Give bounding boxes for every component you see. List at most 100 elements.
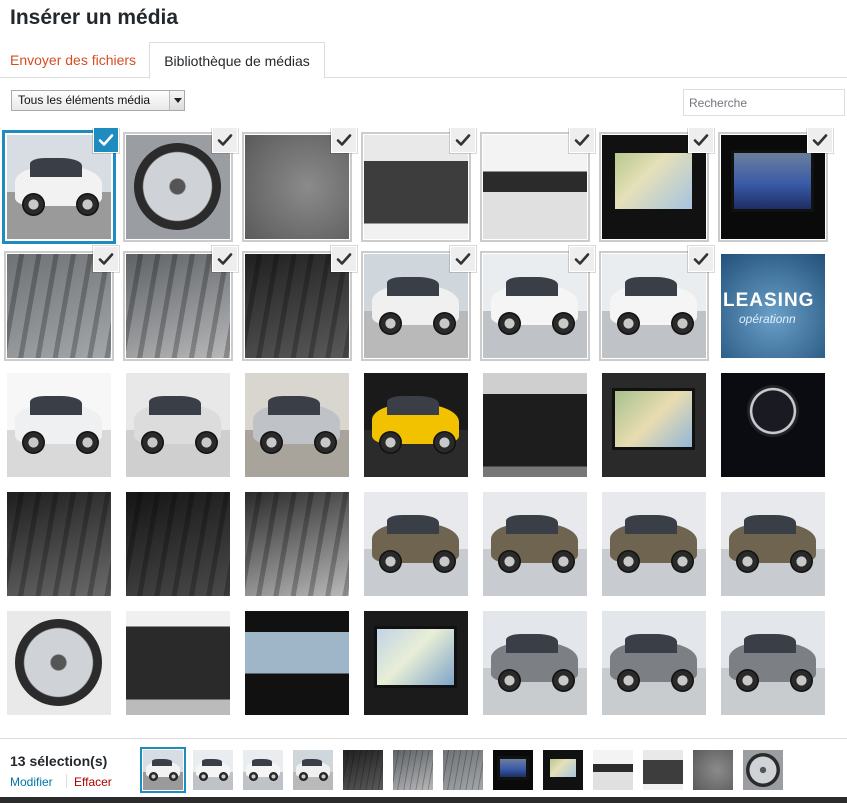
edit-selection-link[interactable]: Modifier	[10, 775, 53, 789]
media-attachment[interactable]	[602, 373, 706, 477]
media-attachment[interactable]	[245, 247, 356, 358]
modal-title: Insérer un média	[10, 6, 179, 29]
media-attachment[interactable]	[721, 373, 825, 477]
selection-check-button[interactable]	[689, 247, 713, 271]
media-attachment[interactable]	[483, 611, 587, 715]
attachment-thumbnail	[7, 611, 111, 715]
selection-thumbnail[interactable]	[443, 750, 483, 790]
checkmark-icon	[336, 134, 352, 146]
selection-thumbnail[interactable]	[293, 750, 333, 790]
attachment-thumbnail	[602, 492, 706, 596]
selection-check-button[interactable]	[213, 247, 237, 271]
selection-check-button[interactable]	[451, 247, 475, 271]
media-attachment[interactable]	[245, 492, 349, 596]
attachment-thumbnail	[602, 373, 706, 477]
selection-check-button[interactable]	[213, 128, 237, 152]
selection-thumbnail[interactable]	[593, 750, 633, 790]
selection-thumbnail[interactable]	[193, 750, 233, 790]
media-attachment[interactable]	[364, 247, 475, 358]
selection-thumbnail[interactable]	[343, 750, 383, 790]
checkmark-icon	[574, 253, 590, 265]
selection-check-button[interactable]	[689, 128, 713, 152]
clear-selection-link[interactable]: Effacer	[74, 775, 112, 789]
selection-check-button[interactable]	[451, 128, 475, 152]
selection-thumbnail[interactable]	[143, 750, 183, 790]
attachment-thumbnail	[721, 492, 825, 596]
selection-thumbnail[interactable]	[393, 750, 433, 790]
media-type-filter[interactable]: Tous les éléments média	[11, 90, 185, 111]
media-attachment[interactable]	[245, 373, 349, 477]
selection-check-button[interactable]	[570, 247, 594, 271]
window-bottom-edge	[0, 797, 847, 803]
media-attachment[interactable]	[483, 128, 594, 239]
attachments-grid: LEASING opérationn	[0, 128, 847, 738]
link-divider	[66, 774, 67, 788]
media-attachment[interactable]	[483, 492, 587, 596]
attachment-thumbnail	[483, 373, 587, 477]
selection-check-button[interactable]	[808, 128, 832, 152]
selection-check-button[interactable]	[94, 128, 118, 152]
selection-bar: 13 sélection(s) Modifier Effacer	[0, 738, 847, 803]
media-attachment[interactable]	[126, 611, 230, 715]
media-attachment[interactable]	[364, 492, 468, 596]
checkmark-icon	[98, 134, 114, 146]
attachment-thumbnail	[245, 611, 349, 715]
selection-check-button[interactable]	[332, 247, 356, 271]
media-attachment[interactable]	[7, 373, 111, 477]
attachment-thumbnail	[126, 611, 230, 715]
media-attachment[interactable]	[483, 247, 594, 358]
filter-selected-label: Tous les éléments média	[18, 93, 151, 107]
attachment-thumbnail	[245, 373, 349, 477]
media-attachment[interactable]	[602, 492, 706, 596]
selection-check-button[interactable]	[94, 247, 118, 271]
attachment-thumbnail	[7, 373, 111, 477]
checkmark-icon	[98, 253, 114, 265]
media-attachment[interactable]	[126, 492, 230, 596]
media-attachment[interactable]	[721, 611, 825, 715]
media-attachment[interactable]	[602, 247, 713, 358]
selection-thumbnail[interactable]	[543, 750, 583, 790]
attachment-thumbnail	[7, 492, 111, 596]
media-attachment[interactable]	[483, 373, 587, 477]
media-attachment[interactable]	[7, 492, 111, 596]
search-input[interactable]	[683, 89, 845, 116]
selection-thumbnail[interactable]	[643, 750, 683, 790]
attachment-thumbnail	[126, 373, 230, 477]
banner-subtitle: opérationn	[739, 312, 796, 326]
media-attachment[interactable]	[126, 373, 230, 477]
media-attachment[interactable]	[126, 128, 237, 239]
media-attachment[interactable]	[126, 247, 237, 358]
media-attachment[interactable]	[7, 128, 118, 239]
media-attachment[interactable]	[245, 611, 349, 715]
tab-library[interactable]: Bibliothèque de médias	[149, 42, 325, 79]
media-attachment[interactable]: LEASING opérationn	[721, 254, 825, 358]
checkmark-icon	[455, 253, 471, 265]
media-attachment[interactable]	[7, 247, 118, 358]
selection-check-button[interactable]	[332, 128, 356, 152]
tab-upload[interactable]: Envoyer des fichiers	[0, 42, 146, 78]
checkmark-icon	[693, 134, 709, 146]
selection-thumbnail[interactable]	[243, 750, 283, 790]
media-attachment[interactable]	[602, 611, 706, 715]
media-attachment[interactable]	[7, 611, 111, 715]
selection-count: 13 sélection(s)	[10, 753, 108, 769]
media-attachment[interactable]	[245, 128, 356, 239]
media-attachment[interactable]	[364, 128, 475, 239]
media-attachment[interactable]	[364, 611, 468, 715]
selection-thumbnail[interactable]	[693, 750, 733, 790]
checkmark-icon	[217, 134, 233, 146]
attachment-thumbnail	[364, 611, 468, 715]
attachment-thumbnail	[721, 373, 825, 477]
media-attachment[interactable]	[364, 373, 468, 477]
selection-thumbnail[interactable]	[743, 750, 783, 790]
attachment-thumbnail	[602, 611, 706, 715]
media-router: Envoyer des fichiers Bibliothèque de méd…	[0, 42, 847, 79]
banner-title: LEASING	[723, 290, 815, 311]
selection-thumbnail[interactable]	[493, 750, 533, 790]
attachment-thumbnail: LEASING opérationn	[721, 254, 825, 358]
media-attachment[interactable]	[721, 128, 832, 239]
media-attachment[interactable]	[721, 492, 825, 596]
media-attachment[interactable]	[602, 128, 713, 239]
checkmark-icon	[336, 253, 352, 265]
selection-check-button[interactable]	[570, 128, 594, 152]
